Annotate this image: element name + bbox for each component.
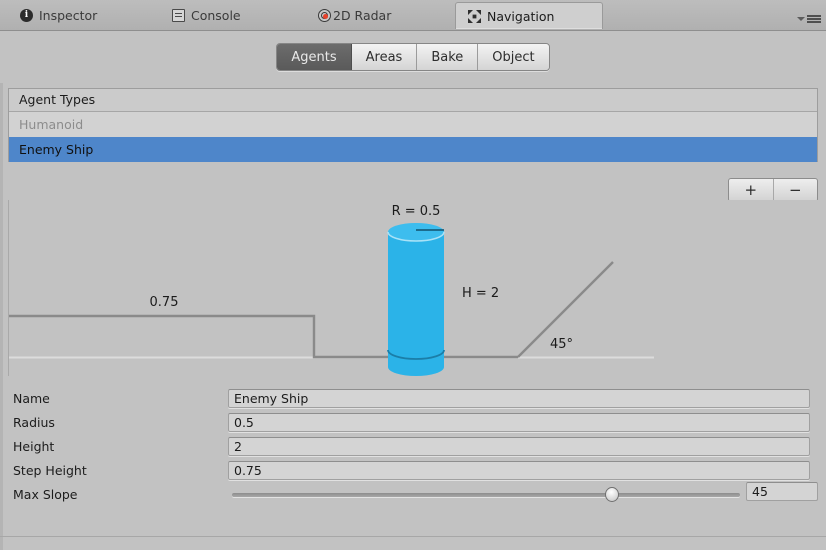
console-icon <box>172 9 185 22</box>
mode-button-object[interactable]: Object <box>478 44 549 70</box>
list-item-enemy-ship[interactable]: Enemy Ship <box>9 137 817 162</box>
tab-console-label: Console <box>191 8 241 23</box>
height-label: H = 2 <box>462 286 499 301</box>
tab-2d-radar[interactable]: 2D Radar <box>310 2 428 29</box>
add-remove-button-group: + − <box>728 178 818 202</box>
hamburger-icon <box>807 15 821 24</box>
field-row-step-height: Step Height 0.75 <box>0 458 826 482</box>
tab-inspector[interactable]: Inspector <box>8 2 126 29</box>
field-row-name: Name Enemy Ship <box>0 386 826 410</box>
agent-cylinder <box>387 223 445 376</box>
chevron-down-icon <box>797 17 805 21</box>
agent-types-list: Agent Types Humanoid Enemy Ship <box>8 88 818 162</box>
bottom-divider <box>0 536 826 537</box>
height-label: Height <box>13 438 55 454</box>
tab-bar: Inspector Console 2D Radar <box>0 0 826 31</box>
navigation-window: Inspector Console 2D Radar <box>0 0 826 550</box>
mode-segmented-control: Agents Areas Bake Object <box>276 43 550 71</box>
radius-label: R = 0.5 <box>392 204 441 219</box>
tab-navigation[interactable]: Navigation <box>455 2 603 29</box>
name-field[interactable]: Enemy Ship <box>228 388 810 408</box>
list-item-humanoid[interactable]: Humanoid <box>9 112 817 137</box>
max-slope-label: Max Slope <box>13 486 78 502</box>
add-agent-type-button[interactable]: + <box>729 179 774 201</box>
mode-toolbar: Agents Areas Bake Object <box>0 31 826 83</box>
agent-types-header: Agent Types <box>9 89 817 112</box>
height-field[interactable]: 2 <box>228 436 810 456</box>
tab-inspector-label: Inspector <box>39 8 98 23</box>
field-row-height: Height 2 <box>0 434 826 458</box>
slope-angle-label: 45° <box>550 337 573 352</box>
name-label: Name <box>13 390 50 406</box>
mode-button-areas[interactable]: Areas <box>351 44 418 70</box>
mode-button-bake[interactable]: Bake <box>417 44 479 70</box>
radar-icon <box>318 9 331 22</box>
step-height-label: 0.75 <box>150 295 179 310</box>
slider-track <box>232 492 740 497</box>
field-row-radius: Radius 0.5 <box>0 410 826 434</box>
agent-diagram-svg: R = 0.5 H = 2 0.75 45° <box>9 204 654 376</box>
field-row-max-slope: Max Slope 45 <box>0 482 826 506</box>
remove-agent-type-button[interactable]: − <box>774 179 818 201</box>
mode-button-agents[interactable]: Agents <box>277 44 352 70</box>
step-height-label: Step Height <box>13 462 87 478</box>
max-slope-value-field[interactable]: 45 <box>746 482 818 501</box>
cylinder-body <box>388 232 444 376</box>
tab-navigation-label: Navigation <box>487 8 555 24</box>
radius-label: Radius <box>13 414 55 430</box>
max-slope-slider[interactable] <box>228 485 744 504</box>
tab-console[interactable]: Console <box>160 2 270 29</box>
navigation-icon <box>468 9 481 23</box>
tab-2d-radar-label: 2D Radar <box>333 8 392 23</box>
step-height-field[interactable]: 0.75 <box>228 460 810 480</box>
agent-preview-diagram: R = 0.5 H = 2 0.75 45° <box>8 200 818 376</box>
slider-thumb[interactable] <box>604 486 619 502</box>
radius-field[interactable]: 0.5 <box>228 412 810 432</box>
panel-menu-icon[interactable] <box>797 14 821 26</box>
agent-properties: Name Enemy Ship Radius 0.5 Height 2 Step… <box>0 386 826 506</box>
info-icon <box>20 8 33 22</box>
